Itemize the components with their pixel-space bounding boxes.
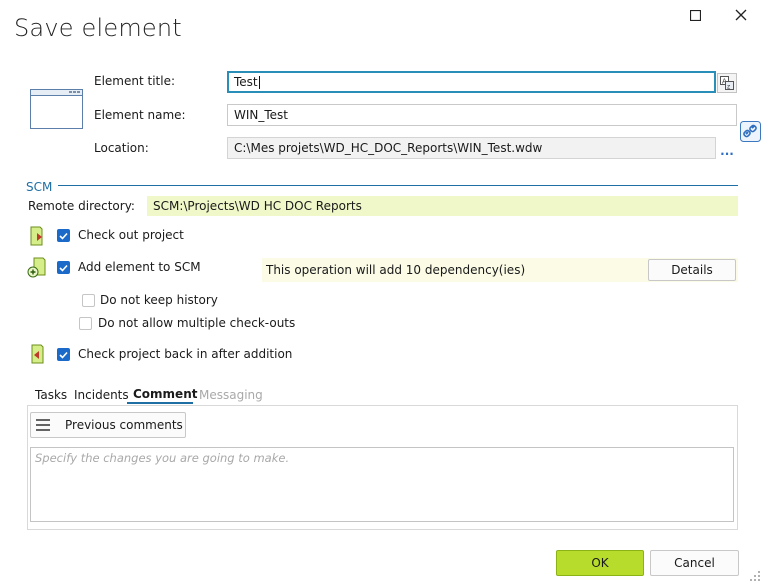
remote-directory-value: SCM:\Projects\WD HC DOC Reports xyxy=(147,196,738,216)
square-icon xyxy=(689,9,701,21)
tab-incidents[interactable]: Incidents xyxy=(74,388,129,402)
cancel-button[interactable]: Cancel xyxy=(650,550,739,576)
element-name-label: Element name: xyxy=(94,108,186,122)
link-icon xyxy=(740,121,761,142)
element-title-label: Element title: xyxy=(94,74,175,88)
no-history-label[interactable]: Do not keep history xyxy=(100,293,218,307)
tab-tasks[interactable]: Tasks xyxy=(35,388,67,402)
location-value: C:\Mes projets\WD_HC_DOC_Reports\WIN_Tes… xyxy=(234,141,543,155)
location-input[interactable]: C:\Mes projets\WD_HC_DOC_Reports\WIN_Tes… xyxy=(227,137,716,159)
scm-section-label: SCM xyxy=(26,180,53,194)
browse-button[interactable]: ... xyxy=(718,140,736,158)
x-icon xyxy=(735,9,747,21)
svg-text:z: z xyxy=(727,84,730,91)
previous-comments-label: Previous comments xyxy=(65,418,183,432)
maximize-button[interactable] xyxy=(681,1,709,29)
tab-messaging[interactable]: Messaging xyxy=(199,388,263,402)
resize-grip[interactable] xyxy=(749,570,761,585)
checkin-project-label[interactable]: Check project back in after addition xyxy=(78,347,292,361)
element-title-input[interactable]: Test xyxy=(227,71,716,93)
link-button[interactable] xyxy=(740,121,761,145)
add-element-checkbox[interactable] xyxy=(57,261,70,274)
remote-directory-label: Remote directory: xyxy=(28,199,135,213)
comment-textarea[interactable]: Specify the changes you are going to mak… xyxy=(30,447,734,522)
no-history-checkbox[interactable] xyxy=(82,294,95,307)
window-element-icon xyxy=(30,89,83,132)
checkmark-icon xyxy=(59,232,68,240)
checkin-project-checkbox[interactable] xyxy=(57,348,70,361)
details-button[interactable]: Details xyxy=(648,259,736,281)
translate-icon: A z xyxy=(720,76,734,90)
element-name-value: WIN_Test xyxy=(234,108,289,122)
ok-button[interactable]: OK xyxy=(556,550,644,576)
dialog-title: Save element xyxy=(14,14,182,42)
no-multiple-checkouts-checkbox[interactable] xyxy=(79,317,92,330)
location-label: Location: xyxy=(94,141,149,155)
no-multiple-checkouts-label[interactable]: Do not allow multiple check-outs xyxy=(98,316,295,330)
checkout-project-icon xyxy=(28,225,46,250)
scm-separator xyxy=(58,185,738,186)
element-title-value: Test xyxy=(234,75,258,89)
active-tab-underline xyxy=(127,402,193,404)
text-caret xyxy=(258,75,260,89)
tab-comment[interactable]: Comment xyxy=(133,387,197,401)
menu-icon xyxy=(36,419,50,431)
operation-info-text: This operation will add 10 dependency(ie… xyxy=(266,263,526,277)
remote-directory-text: SCM:\Projects\WD HC DOC Reports xyxy=(153,199,362,213)
previous-comments-button[interactable]: Previous comments xyxy=(30,412,186,438)
close-button[interactable] xyxy=(727,1,755,29)
checkin-project-icon xyxy=(28,343,46,368)
resize-grip-icon xyxy=(750,571,760,581)
checkmark-icon xyxy=(59,351,68,359)
add-element-icon xyxy=(26,257,48,282)
checkmark-icon xyxy=(59,264,68,272)
element-name-input[interactable]: WIN_Test xyxy=(227,104,737,126)
translate-button[interactable]: A z xyxy=(717,73,737,93)
add-element-label[interactable]: Add element to SCM xyxy=(78,260,201,274)
comment-placeholder: Specify the changes you are going to mak… xyxy=(35,451,290,465)
checkout-project-label[interactable]: Check out project xyxy=(78,228,184,242)
checkout-project-checkbox[interactable] xyxy=(57,229,70,242)
